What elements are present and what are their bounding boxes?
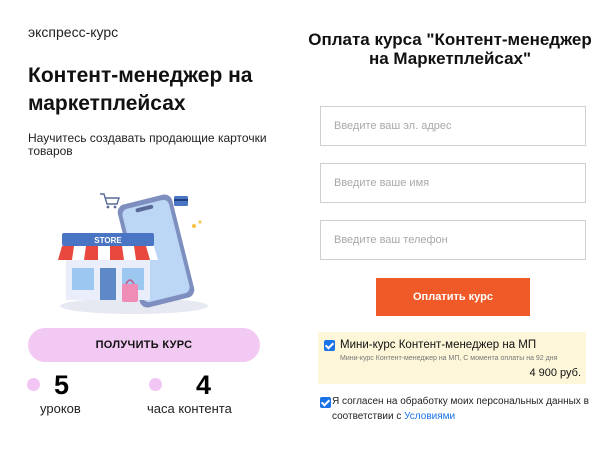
course-title: Контент-менеджер на маркетплейсах bbox=[28, 64, 253, 115]
terms-link[interactable]: Условиями bbox=[404, 411, 455, 422]
stat-hours-number: 4 bbox=[196, 370, 212, 400]
pay-course-button[interactable]: Оплатить курс bbox=[376, 278, 530, 316]
stat-dot bbox=[149, 378, 162, 391]
course-type-label: экспресс-курс bbox=[28, 24, 119, 40]
payment-panel: Оплата курса "Контент-менеджер на Маркет… bbox=[300, 0, 600, 474]
store-sign-text: STORE bbox=[94, 236, 122, 245]
promo-panel: экспресс-курс Контент-менеджер на маркет… bbox=[0, 0, 300, 474]
course-subtitle: Научитесь создавать продающие карточки т… bbox=[28, 131, 267, 158]
product-description: Мини-курс Контент-менеджер на МП, С моме… bbox=[340, 355, 558, 362]
store-illustration: STORE bbox=[58, 233, 158, 300]
stat-hours-label: часа контента bbox=[147, 401, 232, 416]
name-field[interactable] bbox=[320, 163, 586, 203]
product-price: 4 900 руб. bbox=[529, 367, 581, 379]
phone-field[interactable] bbox=[320, 220, 586, 260]
store-phone-illustration: STORE bbox=[58, 193, 208, 314]
stat-lessons-number: 5 bbox=[54, 370, 70, 400]
product-checkbox[interactable] bbox=[324, 340, 335, 351]
consent-checkbox[interactable] bbox=[320, 397, 331, 408]
shopping-cart-icon bbox=[100, 193, 120, 209]
credit-card-icon bbox=[174, 196, 188, 206]
consent-text: Я согласен на обработку моих персональны… bbox=[332, 394, 594, 424]
email-field[interactable] bbox=[320, 106, 586, 146]
payment-title: Оплата курса "Контент-менеджер на Маркет… bbox=[308, 30, 592, 68]
product-name: Мини-курс Контент-менеджер на МП bbox=[340, 339, 537, 351]
stat-dot bbox=[27, 378, 40, 391]
stat-lessons-label: уроков bbox=[40, 401, 81, 416]
get-course-button[interactable]: ПОЛУЧИТЬ КУРС bbox=[28, 328, 260, 362]
consent-label: Я согласен на обработку моих персональны… bbox=[332, 396, 589, 422]
